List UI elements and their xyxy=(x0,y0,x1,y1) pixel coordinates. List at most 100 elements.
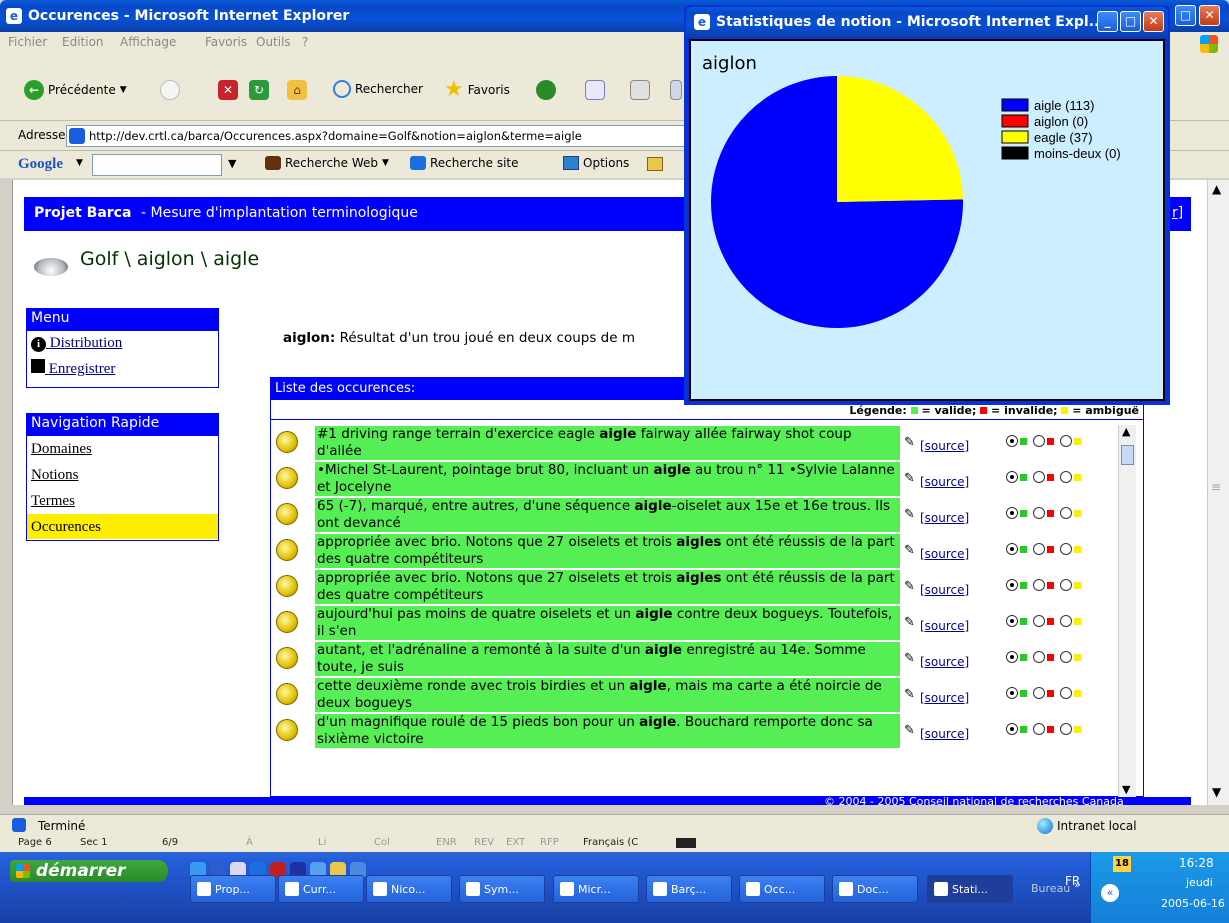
radio-ambiguous[interactable] xyxy=(1060,507,1072,519)
occurrence-term: aigles xyxy=(676,534,722,550)
globe-icon xyxy=(1037,818,1053,834)
radio-ambiguous[interactable] xyxy=(1060,435,1072,447)
menu-favoris[interactable]: Favoris xyxy=(205,35,247,49)
nav-item-domaines[interactable]: Domaines xyxy=(27,436,218,462)
tray-expand-icon[interactable]: « xyxy=(1101,884,1119,902)
search-button[interactable]: Rechercher xyxy=(333,80,423,98)
nav-item-occurences[interactable]: Occurences xyxy=(27,514,218,540)
google-menu-chevron-icon[interactable]: ▼ xyxy=(76,158,83,168)
taskbar-button[interactable]: Curr... xyxy=(278,875,364,903)
list-scroll-thumb[interactable] xyxy=(1121,445,1134,465)
source-link[interactable]: [source] xyxy=(920,691,969,705)
address-field[interactable]: http://dev.crtl.ca/barca/Occurences.aspx… xyxy=(66,125,686,147)
radio-valid[interactable] xyxy=(1006,507,1018,519)
google-dropdown-chevron-icon[interactable]: ▼ xyxy=(228,157,236,170)
radio-valid[interactable] xyxy=(1006,579,1018,591)
taskbar-button[interactable]: Occ... xyxy=(739,875,825,903)
taskbar-button[interactable]: Sym... xyxy=(459,875,545,903)
radio-invalid[interactable] xyxy=(1033,651,1045,663)
occurrence-list-scrollbar[interactable]: ▲ ▼ xyxy=(1118,425,1136,797)
page-title: Golf \ aiglon \ aigle xyxy=(80,248,260,270)
taskbar-button[interactable]: Nico... xyxy=(366,875,452,903)
radio-ambiguous[interactable] xyxy=(1060,651,1072,663)
google-logo[interactable]: Google xyxy=(18,156,63,173)
taskbar-button[interactable]: Barç... xyxy=(646,875,732,903)
nav-item-termes[interactable]: Termes xyxy=(27,488,218,514)
stats-close-button[interactable]: ✕ xyxy=(1143,11,1164,32)
source-link[interactable]: [source] xyxy=(920,619,969,633)
taskbar-button[interactable]: Micr... xyxy=(553,875,639,903)
source-link[interactable]: [source] xyxy=(920,547,969,561)
radio-ambiguous[interactable] xyxy=(1060,723,1072,735)
stop-icon[interactable]: ✕ xyxy=(218,80,238,100)
calendar-icon[interactable]: 18 xyxy=(1113,856,1131,872)
google-options-button[interactable]: Options xyxy=(563,156,629,170)
mail-icon[interactable] xyxy=(585,80,605,100)
source-link[interactable]: [source] xyxy=(920,727,969,741)
page-scrollbar[interactable]: ▲ ≡ ▼ xyxy=(1207,180,1229,805)
source-link[interactable]: [source] xyxy=(920,475,969,489)
source-link[interactable]: [source] xyxy=(920,583,969,597)
list-scroll-up-icon[interactable]: ▲ xyxy=(1122,425,1130,438)
radio-valid[interactable] xyxy=(1006,471,1018,483)
radio-ambiguous[interactable] xyxy=(1060,543,1072,555)
menu-outils[interactable]: Outils xyxy=(256,35,291,49)
stats-minimize-button[interactable]: _ xyxy=(1097,11,1118,32)
scroll-down-icon[interactable]: ▼ xyxy=(1212,785,1221,799)
desktop-toolbar-label[interactable]: Bureau xyxy=(1031,882,1070,895)
menu-save-link[interactable]: Enregistrer xyxy=(27,357,218,383)
barca-header-link[interactable]: r] xyxy=(1172,205,1183,221)
nav-item-notions[interactable]: Notions xyxy=(27,462,218,488)
radio-ambiguous[interactable] xyxy=(1060,471,1072,483)
radio-valid[interactable] xyxy=(1006,435,1018,447)
radio-ambiguous[interactable] xyxy=(1060,615,1072,627)
ie-maximize-button[interactable]: □ xyxy=(1175,5,1196,26)
radio-invalid[interactable] xyxy=(1033,615,1045,627)
menu-fichier[interactable]: Fichier xyxy=(8,35,47,49)
menu-distribution-link[interactable]: i Distribution xyxy=(27,331,218,357)
folder-up-icon[interactable] xyxy=(647,157,663,171)
favorites-button[interactable]: ★ Favoris xyxy=(444,79,510,101)
taskbar-button[interactable]: Prop... xyxy=(190,875,276,903)
google-web-search-button[interactable]: Recherche Web ▼ xyxy=(265,156,389,170)
scroll-thumb[interactable]: ≡ xyxy=(1211,480,1221,494)
radio-invalid[interactable] xyxy=(1033,543,1045,555)
radio-invalid[interactable] xyxy=(1033,471,1045,483)
taskbar-button[interactable]: Stati... xyxy=(927,875,1013,903)
refresh-icon[interactable]: ↻ xyxy=(249,80,269,100)
radio-valid[interactable] xyxy=(1006,687,1018,699)
source-link[interactable]: [source] xyxy=(920,511,969,525)
menu-affichage[interactable]: Affichage xyxy=(120,35,176,49)
forward-arrow-icon[interactable] xyxy=(160,80,180,100)
google-search-input[interactable] xyxy=(92,154,222,176)
stats-maximize-button[interactable]: □ xyxy=(1120,11,1141,32)
ie-close-button[interactable]: ✕ xyxy=(1199,5,1220,26)
google-site-search-button[interactable]: Recherche site xyxy=(410,156,519,170)
menu-help[interactable]: ? xyxy=(302,35,308,49)
occurrence-pre: aujourd'hui pas moins de quatre oiselets… xyxy=(317,606,636,622)
radio-ambiguous[interactable] xyxy=(1060,687,1072,699)
home-icon[interactable]: ⌂ xyxy=(287,80,307,100)
print-icon[interactable] xyxy=(630,80,650,100)
back-button[interactable]: ← Précédente ▼ xyxy=(24,80,127,100)
list-scroll-down-icon[interactable]: ▼ xyxy=(1122,783,1130,796)
radio-invalid[interactable] xyxy=(1033,435,1045,447)
media-icon[interactable] xyxy=(536,80,556,100)
toolbar-chevron-icon[interactable]: » xyxy=(1074,878,1081,891)
radio-invalid[interactable] xyxy=(1033,579,1045,591)
radio-invalid[interactable] xyxy=(1033,507,1045,519)
radio-ambiguous[interactable] xyxy=(1060,579,1072,591)
scroll-up-icon[interactable]: ▲ xyxy=(1212,182,1221,196)
radio-invalid[interactable] xyxy=(1033,687,1045,699)
start-button[interactable]: démarrer xyxy=(10,860,168,882)
source-link[interactable]: [source] xyxy=(920,655,969,669)
edit-icon[interactable] xyxy=(670,80,682,100)
radio-valid[interactable] xyxy=(1006,651,1018,663)
menu-edition[interactable]: Edition xyxy=(62,35,104,49)
radio-valid[interactable] xyxy=(1006,723,1018,735)
radio-invalid[interactable] xyxy=(1033,723,1045,735)
radio-valid[interactable] xyxy=(1006,543,1018,555)
radio-valid[interactable] xyxy=(1006,615,1018,627)
source-link[interactable]: [source] xyxy=(920,439,969,453)
taskbar-button[interactable]: Doc... xyxy=(832,875,918,903)
